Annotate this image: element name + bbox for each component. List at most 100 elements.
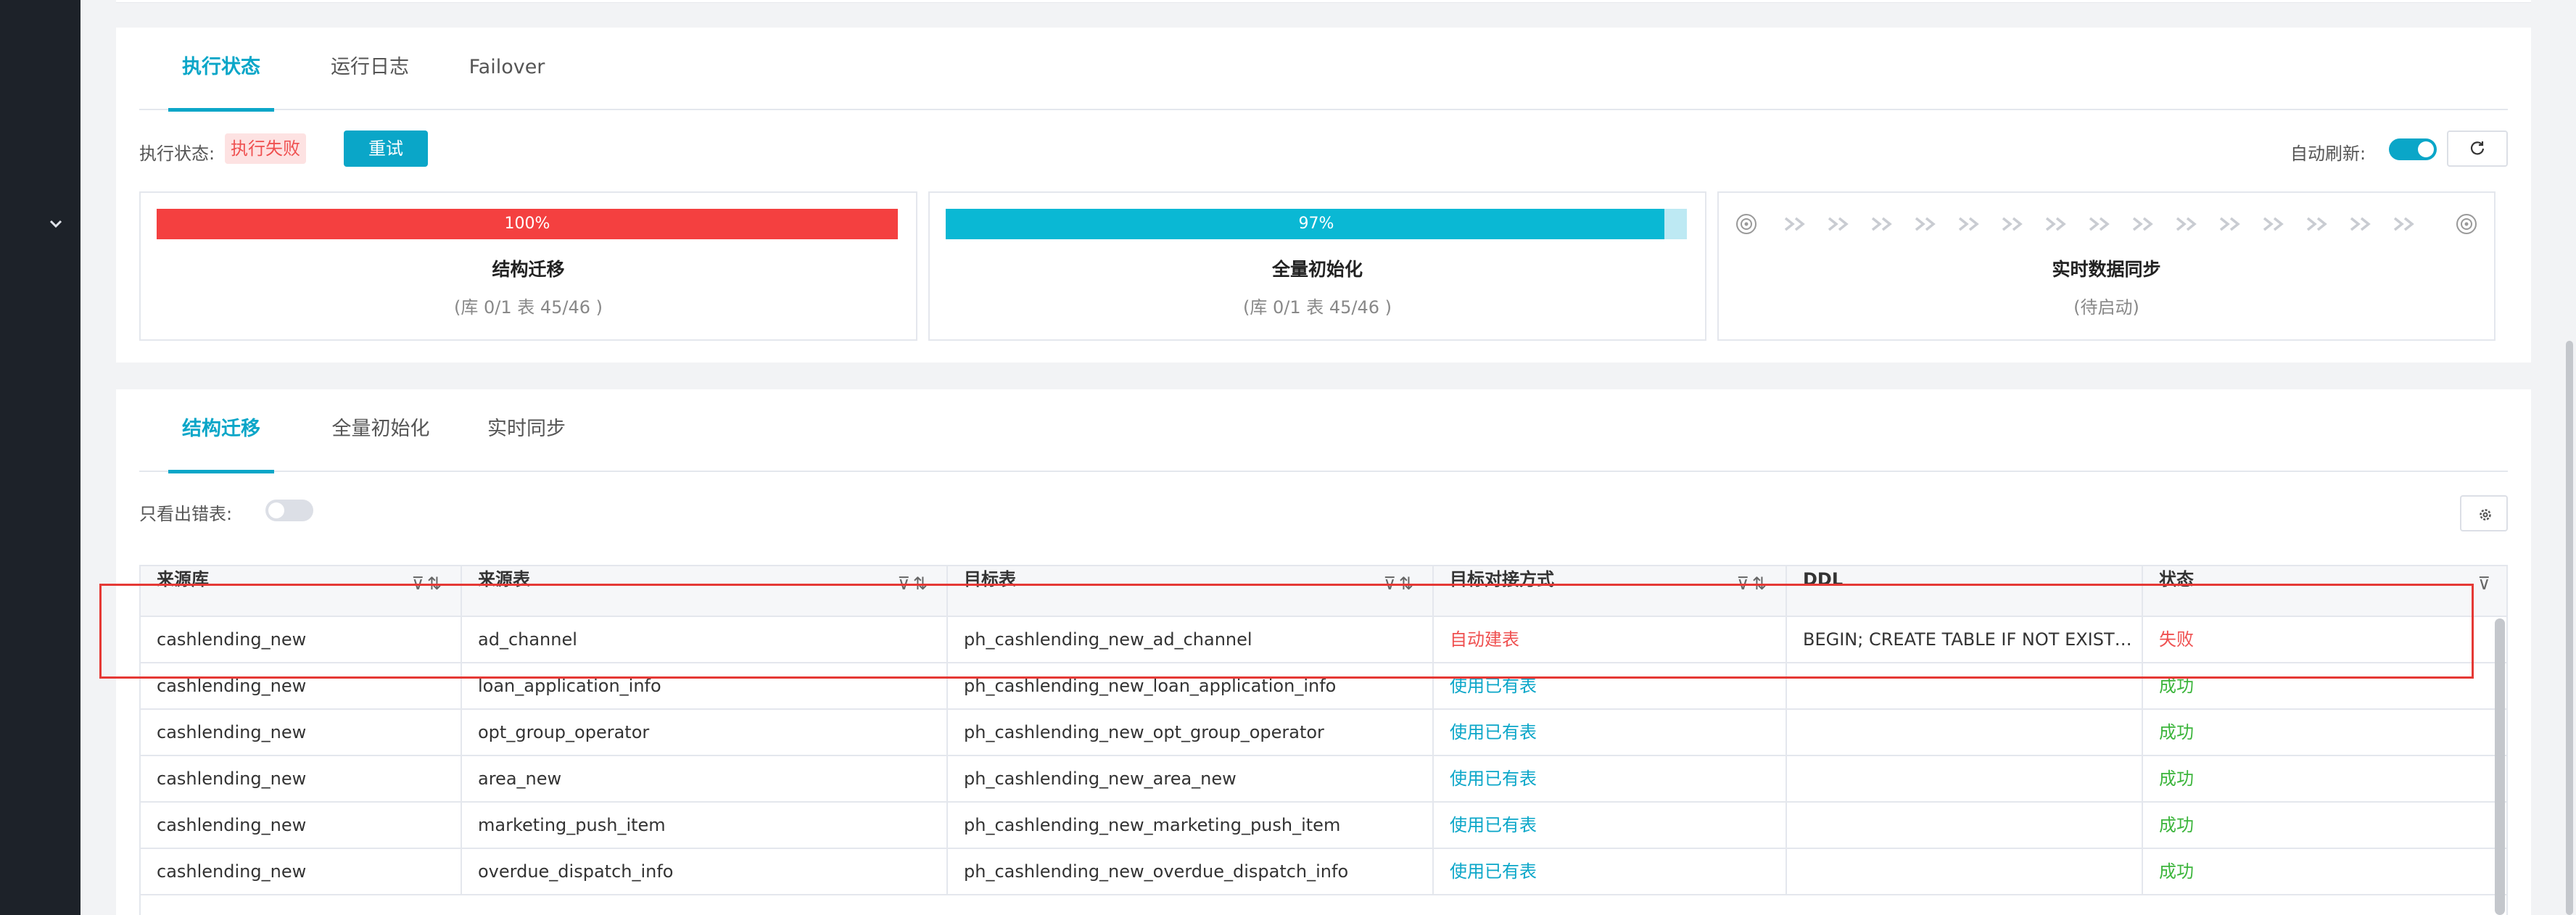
column-header-label: DDL (1803, 569, 1844, 589)
cell-ddl (1787, 663, 2143, 708)
column-header[interactable]: DDL (1787, 566, 2143, 618)
cell-source-db: cashlending_new (141, 710, 462, 755)
column-header[interactable]: 状态 ⊽ (2143, 566, 2509, 618)
table-scrollbar[interactable] (2495, 618, 2505, 915)
cell-mode: 使用已有表 (1434, 710, 1787, 755)
table-row-partial[interactable] (139, 895, 2508, 915)
refresh-button[interactable] (2447, 131, 2508, 167)
cell-status: 成功 (2159, 815, 2194, 835)
cell-target-table: ph_cashlending_new_area_new (948, 756, 1434, 801)
cell-mode: 使用已有表 (1434, 663, 1787, 708)
cell-source-db: cashlending_new (141, 803, 462, 848)
filter-icon[interactable]: ⊽ (2477, 571, 2493, 597)
column-header-label: 目标对接方式 (1450, 569, 1554, 589)
cell-status: 失败 (2159, 629, 2194, 650)
tab-execution-status[interactable]: 执行状态 (168, 28, 274, 112)
filter-sort-icon[interactable]: ⊽⇅ (897, 571, 930, 597)
only-errors-label: 只看出错表: (139, 504, 233, 524)
table-row[interactable]: cashlending_new ad_channel ph_cashlendin… (139, 617, 2508, 663)
cell-source-table: area_new (462, 756, 948, 801)
execution-status-label: 执行状态: (139, 144, 215, 164)
cell-source-db: cashlending_new (141, 849, 462, 894)
cell-source-db: cashlending_new (141, 663, 462, 708)
cell-target-table: ph_cashlending_new_loan_application_info (948, 663, 1434, 708)
only-errors-toggle[interactable] (265, 500, 313, 521)
column-header[interactable]: 目标表 ⊽⇅ (948, 566, 1434, 618)
retry-button[interactable]: 重试 (344, 131, 428, 167)
cell-target-table: ph_cashlending_new_ad_channel (948, 617, 1434, 662)
target-end-icon (2456, 214, 2477, 234)
cell-mode: 使用已有表 (1434, 803, 1787, 848)
cell-ddl (1787, 756, 2143, 801)
progress-label: 100% (504, 215, 550, 233)
cell-target-table: ph_cashlending_new_marketing_push_item (948, 803, 1434, 848)
stage-full-initialization: 97% 全量初始化 (库 0/1 表 45/46 ) (928, 191, 1706, 341)
detail-card: 结构迁移 全量初始化 实时同步 只看出错表: 来源库 ⊽⇅ 来源表 ⊽⇅ 目标表… (116, 389, 2531, 915)
cell-ddl (1787, 803, 2143, 848)
stage-title: 结构迁移 (492, 259, 565, 280)
cell-mode: 使用已有表 (1434, 849, 1787, 894)
cell-source-table: overdue_dispatch_info (462, 849, 948, 894)
table-row[interactable]: cashlending_new loan_application_info ph… (139, 663, 2508, 710)
column-header[interactable]: 来源库 ⊽⇅ (141, 566, 462, 618)
page-scrollbar-thumb[interactable] (2566, 341, 2573, 915)
filter-sort-icon[interactable]: ⊽⇅ (411, 571, 445, 597)
filter-sort-icon[interactable]: ⊽⇅ (1383, 571, 1416, 597)
stage-realtime-sync: 实时数据同步 (待启动) (1717, 191, 2496, 341)
cell-ddl[interactable]: BEGIN; CREATE TABLE IF NOT EXISTS q... (1787, 617, 2143, 662)
status-badge: 执行失败 (225, 133, 306, 164)
cell-ddl (1787, 849, 2143, 894)
cell-status: 成功 (2159, 676, 2194, 696)
filter-sort-icon[interactable]: ⊽⇅ (1736, 571, 1770, 597)
tab-failover[interactable]: Failover (467, 28, 547, 110)
table-header: 来源库 ⊽⇅ 来源表 ⊽⇅ 目标表 ⊽⇅ 目标对接方式 ⊽⇅ DDL 状态 ⊽ (139, 565, 2509, 618)
auto-refresh-label: 自动刷新: (2290, 144, 2366, 164)
refresh-icon (2470, 141, 2485, 155)
cell-source-db: cashlending_new (141, 617, 462, 662)
stage-title: 全量初始化 (1271, 259, 1363, 280)
gear-icon (2480, 509, 2491, 521)
column-header-label: 目标表 (964, 569, 1016, 589)
detail-tabs: 结构迁移 全量初始化 实时同步 (139, 389, 2508, 473)
cell-status: 成功 (2159, 722, 2194, 742)
cell-source-table: loan_application_info (462, 663, 948, 708)
tab-realtime-sync[interactable]: 实时同步 (484, 389, 569, 472)
column-header-label: 来源库 (157, 569, 209, 589)
column-header-label: 状态 (2159, 569, 2194, 589)
tab-run-log[interactable]: 运行日志 (328, 28, 412, 110)
stage-detail: (待启动) (2073, 297, 2139, 318)
cell-source-table: marketing_push_item (462, 803, 948, 848)
auto-refresh-toggle[interactable] (2389, 138, 2437, 160)
stage-structure-migration: 100% 结构迁移 (库 0/1 表 45/46 ) (139, 191, 917, 341)
cell-status: 成功 (2159, 861, 2194, 882)
page-scrollbar[interactable] (2563, 0, 2576, 915)
status-tabs: 执行状态 运行日志 Failover (139, 28, 2508, 112)
tab-full-initialization[interactable]: 全量初始化 (328, 389, 434, 472)
cell-ddl (1787, 710, 2143, 755)
auto-refresh-control: 自动刷新: (2290, 131, 2508, 167)
chevron-down-icon[interactable] (45, 213, 67, 235)
cell-mode: 自动建表 (1434, 617, 1787, 662)
column-settings-button[interactable] (2460, 495, 2508, 531)
sync-arrows (1735, 209, 2478, 239)
table-row[interactable]: cashlending_new area_new ph_cashlending_… (139, 756, 2508, 803)
target-start-icon (1736, 214, 1756, 234)
table-row[interactable]: cashlending_new opt_group_operator ph_ca… (139, 710, 2508, 756)
column-header[interactable]: 目标对接方式 ⊽⇅ (1434, 566, 1787, 618)
progress-bar: 97% (946, 209, 1687, 239)
column-header[interactable]: 来源表 ⊽⇅ (462, 566, 948, 618)
table-row[interactable]: cashlending_new marketing_push_item ph_c… (139, 803, 2508, 849)
stage-detail: (库 0/1 表 45/46 ) (453, 297, 603, 318)
cell-target-table: ph_cashlending_new_opt_group_operator (948, 710, 1434, 755)
tab-structure-migration[interactable]: 结构迁移 (168, 389, 274, 473)
cell-source-table: ad_channel (462, 617, 948, 662)
cell-mode: 使用已有表 (1434, 756, 1787, 801)
cell-status: 成功 (2159, 769, 2194, 789)
execution-card: 执行状态 运行日志 Failover 执行状态: 执行失败 重试 自动刷新: 1… (116, 28, 2531, 363)
double-chevron-track (1784, 217, 2414, 231)
stage-detail: (库 0/1 表 45/46 ) (1242, 297, 1392, 318)
cell-source-db: cashlending_new (141, 756, 462, 801)
progress-label: 97% (1298, 215, 1334, 233)
progress-bar: 100% (157, 209, 898, 239)
table-row[interactable]: cashlending_new overdue_dispatch_info ph… (139, 849, 2508, 895)
